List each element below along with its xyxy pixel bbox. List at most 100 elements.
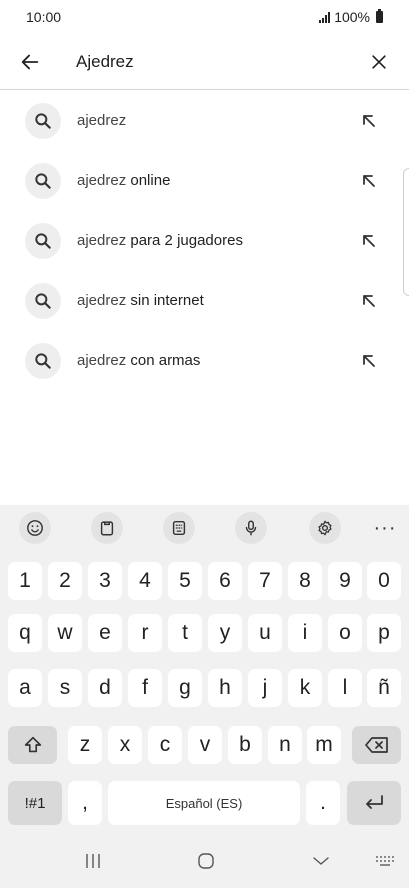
keyboard-mode-button[interactable] xyxy=(163,512,195,544)
key-x[interactable]: x xyxy=(108,726,142,764)
fill-query-arrow-icon[interactable] xyxy=(359,291,379,311)
key-t[interactable]: t xyxy=(168,614,202,652)
scroll-indicator[interactable] xyxy=(403,168,409,296)
fill-query-arrow-icon[interactable] xyxy=(359,111,379,131)
fill-query-arrow-icon[interactable] xyxy=(359,351,379,371)
search-icon xyxy=(25,223,61,259)
status-right: 100% xyxy=(319,9,383,25)
clipboard-icon xyxy=(100,521,114,536)
key-z[interactable]: z xyxy=(68,726,102,764)
shift-icon xyxy=(24,736,41,753)
clear-search-button[interactable] xyxy=(363,46,395,78)
key-n[interactable]: n xyxy=(268,726,302,764)
backspace-key[interactable] xyxy=(352,726,401,764)
shift-key[interactable] xyxy=(8,726,57,764)
clipboard-button[interactable] xyxy=(91,512,123,544)
key-p[interactable]: p xyxy=(367,614,401,652)
key-a[interactable]: a xyxy=(8,669,42,707)
microphone-icon xyxy=(245,520,257,536)
period-key[interactable]: . xyxy=(306,781,340,825)
signal-icon xyxy=(319,11,331,23)
suggestion-text: ajedrez online xyxy=(77,172,171,189)
suggestion-text: ajedrez para 2 jugadores xyxy=(77,232,243,249)
suggestion-text: ajedrez sin internet xyxy=(77,292,204,309)
navigation-bar xyxy=(0,834,409,888)
key-3[interactable]: 3 xyxy=(88,562,122,600)
search-icon xyxy=(25,163,61,199)
space-key[interactable]: Español (ES) xyxy=(108,781,300,825)
key-k[interactable]: k xyxy=(288,669,322,707)
battery-icon xyxy=(376,9,383,23)
key-h[interactable]: h xyxy=(208,669,242,707)
suggestion-text: ajedrez xyxy=(77,112,127,129)
suggestion-item[interactable]: ajedrez online xyxy=(0,153,409,209)
emoji-button[interactable] xyxy=(19,512,51,544)
key-n-tilde[interactable]: ñ xyxy=(367,669,401,707)
key-6[interactable]: 6 xyxy=(208,562,242,600)
key-i[interactable]: i xyxy=(288,614,322,652)
home-icon xyxy=(198,853,214,869)
key-4[interactable]: 4 xyxy=(128,562,162,600)
suggestion-item[interactable]: ajedrez sin internet xyxy=(0,273,409,329)
settings-icon xyxy=(318,520,332,536)
arrow-back-icon xyxy=(21,54,39,70)
key-y[interactable]: y xyxy=(208,614,242,652)
suggestion-item[interactable]: ajedrez para 2 jugadores xyxy=(0,213,409,269)
key-f[interactable]: f xyxy=(128,669,162,707)
backspace-icon xyxy=(364,737,388,753)
key-c[interactable]: c xyxy=(148,726,182,764)
symbols-key[interactable]: !#1 xyxy=(8,781,62,825)
more-icon[interactable]: ··· xyxy=(369,512,401,544)
voice-input-button[interactable] xyxy=(235,512,267,544)
keyboard-settings-button[interactable] xyxy=(309,512,341,544)
search-input[interactable] xyxy=(76,48,346,76)
key-s[interactable]: s xyxy=(48,669,82,707)
key-9[interactable]: 9 xyxy=(328,562,362,600)
chevron-down-icon xyxy=(313,857,329,865)
back-button[interactable] xyxy=(14,46,46,78)
hide-keyboard-button[interactable] xyxy=(306,848,336,874)
recent-apps-button[interactable] xyxy=(78,848,108,874)
suggestion-item[interactable]: ajedrez con armas xyxy=(0,333,409,389)
keyboard: ··· 1 2 3 4 5 6 7 8 9 0 q w e r t y u i … xyxy=(0,505,409,888)
fill-query-arrow-icon[interactable] xyxy=(359,171,379,191)
search-header xyxy=(0,34,409,90)
enter-key[interactable] xyxy=(347,781,401,825)
search-icon xyxy=(25,283,61,319)
key-w[interactable]: w xyxy=(48,614,82,652)
key-g[interactable]: g xyxy=(168,669,202,707)
search-icon xyxy=(25,103,61,139)
key-l[interactable]: l xyxy=(328,669,362,707)
key-o[interactable]: o xyxy=(328,614,362,652)
keyboard-switch-button[interactable] xyxy=(370,848,400,874)
key-7[interactable]: 7 xyxy=(248,562,282,600)
fill-query-arrow-icon[interactable] xyxy=(359,231,379,251)
suggestion-text: ajedrez con armas xyxy=(77,352,201,369)
keyboard-toolbar: ··· xyxy=(0,505,409,551)
keyboard-mode-icon xyxy=(172,520,186,536)
key-v[interactable]: v xyxy=(188,726,222,764)
key-1[interactable]: 1 xyxy=(8,562,42,600)
key-r[interactable]: r xyxy=(128,614,162,652)
status-time: 10:00 xyxy=(26,9,62,25)
key-j[interactable]: j xyxy=(248,669,282,707)
key-0[interactable]: 0 xyxy=(367,562,401,600)
key-8[interactable]: 8 xyxy=(288,562,322,600)
key-d[interactable]: d xyxy=(88,669,122,707)
close-icon xyxy=(372,55,386,69)
key-b[interactable]: b xyxy=(228,726,262,764)
key-2[interactable]: 2 xyxy=(48,562,82,600)
home-button[interactable] xyxy=(191,848,221,874)
key-5[interactable]: 5 xyxy=(168,562,202,600)
suggestion-item[interactable]: ajedrez xyxy=(0,93,409,149)
comma-key[interactable]: , xyxy=(68,781,102,825)
emoji-icon xyxy=(27,520,43,536)
keyboard-icon xyxy=(376,856,394,866)
recent-apps-icon xyxy=(86,854,100,868)
key-e[interactable]: e xyxy=(88,614,122,652)
key-u[interactable]: u xyxy=(248,614,282,652)
key-q[interactable]: q xyxy=(8,614,42,652)
key-m[interactable]: m xyxy=(307,726,341,764)
enter-icon xyxy=(366,795,383,809)
status-bar: 10:00 100% xyxy=(0,0,409,34)
